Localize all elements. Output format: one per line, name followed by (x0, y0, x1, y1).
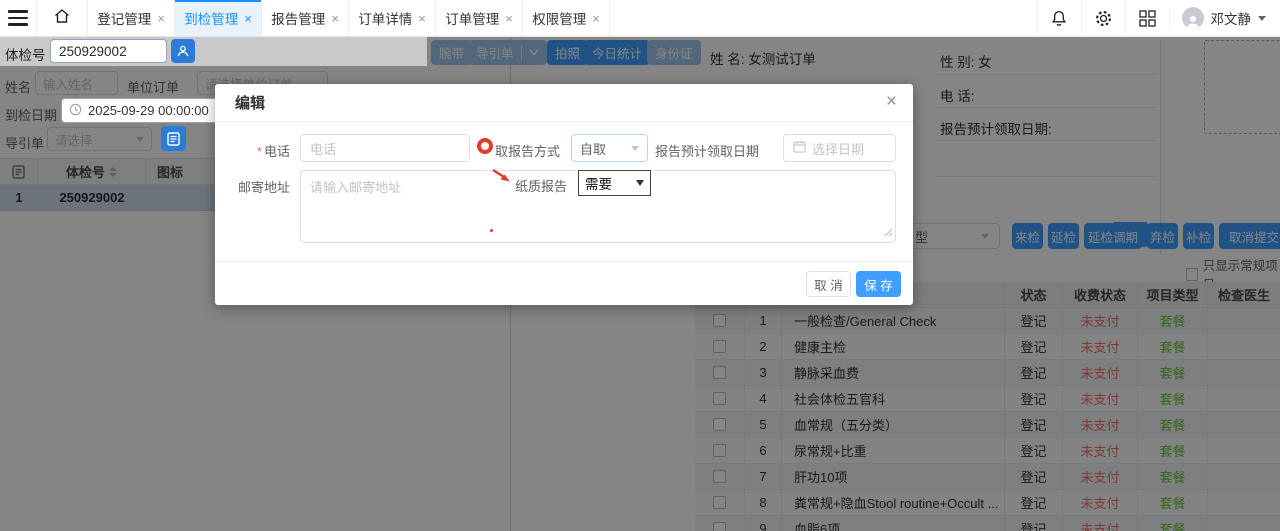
phone-input[interactable]: 电话 (300, 134, 470, 162)
tab-registration[interactable]: 登记管理 × (88, 0, 175, 36)
home-icon (53, 7, 71, 30)
report-pickup-date-input[interactable]: 选择日期 (783, 134, 896, 162)
tab-close-icon[interactable]: × (244, 11, 252, 26)
click-marker-icon (477, 138, 493, 154)
chevron-down-icon (1258, 16, 1266, 21)
dropdown-caret-icon (636, 180, 644, 186)
cancel-button[interactable]: 取 消 (806, 271, 851, 297)
tab-order-mgmt[interactable]: 订单管理 × (436, 0, 523, 36)
annotation-dot (490, 229, 493, 232)
user-name: 邓文静 (1211, 8, 1252, 28)
clock-icon (69, 103, 82, 119)
pickup-method-select[interactable]: 自取 (571, 134, 648, 162)
tab-report-mgmt[interactable]: 报告管理 × (262, 0, 349, 36)
tab-label: 登记管理 (97, 8, 151, 28)
user-menu[interactable]: 邓文静 (1169, 7, 1280, 29)
tab-label: 订单管理 (445, 8, 499, 28)
tab-label: 报告管理 (271, 8, 325, 28)
mail-address-label: 邮寄地址 (215, 177, 290, 196)
calendar-icon (793, 140, 806, 156)
tab-order-detail[interactable]: 订单详情 × (349, 0, 436, 36)
top-tab-bar: 登记管理 × 到检管理 × 报告管理 × 订单详情 × 订单管理 × 权限管理 … (0, 0, 1280, 37)
paper-report-select[interactable]: 需要 (578, 170, 651, 196)
tab-home[interactable] (36, 0, 88, 36)
edit-dialog: 编辑 × *电话 电话 取报告方式 自取 报告预计领取日期 选择日期 邮寄地址 … (215, 84, 913, 305)
dialog-title: 编辑 (235, 92, 265, 113)
person-lookup-button[interactable] (171, 39, 195, 63)
tab-close-icon[interactable]: × (331, 11, 339, 26)
arrive-date-input[interactable]: 2025-09-29 00:00:00 (61, 98, 228, 123)
avatar (1182, 7, 1204, 29)
tab-close-icon[interactable]: × (592, 11, 600, 26)
report-pickup-date-label: 报告预计领取日期 (655, 141, 773, 160)
save-button[interactable]: 保 存 (856, 271, 901, 297)
guide-print-button[interactable] (161, 126, 186, 151)
resize-grip-icon[interactable] (884, 225, 893, 240)
app-screen: 登记管理 × 到检管理 × 报告管理 × 订单详情 × 订单管理 × 权限管理 … (0, 0, 1280, 531)
tab-close-icon[interactable]: × (157, 11, 165, 26)
exam-no-row: 体检号 250929002 (0, 37, 427, 66)
tab-close-icon[interactable]: × (418, 11, 426, 26)
dialog-header: 编辑 × (215, 84, 913, 122)
gear-icon[interactable] (1081, 0, 1125, 37)
hamburger-menu-icon[interactable] (0, 0, 36, 36)
dialog-footer: 取 消 保 存 (215, 261, 913, 305)
bell-icon[interactable] (1037, 0, 1081, 37)
tab-arrival-check[interactable]: 到检管理 × (175, 0, 262, 36)
tab-label: 权限管理 (532, 8, 586, 28)
paper-report-label: 纸质报告 (515, 176, 573, 195)
topbar-right: 邓文静 (1037, 0, 1280, 36)
close-icon[interactable]: × (886, 92, 897, 111)
tab-label: 到检管理 (184, 8, 238, 28)
exam-no-label: 体检号 (5, 44, 46, 64)
apps-grid-icon[interactable] (1125, 0, 1169, 37)
chevron-down-icon (631, 146, 639, 151)
phone-label: *电话 (215, 141, 290, 160)
tab-label: 订单详情 (358, 8, 412, 28)
annotation-arrow-icon (491, 168, 513, 189)
pickup-method-label: 取报告方式 (495, 141, 575, 160)
exam-no-input[interactable]: 250929002 (50, 39, 167, 63)
tab-permission-mgmt[interactable]: 权限管理 × (523, 0, 610, 36)
tab-close-icon[interactable]: × (505, 11, 513, 26)
